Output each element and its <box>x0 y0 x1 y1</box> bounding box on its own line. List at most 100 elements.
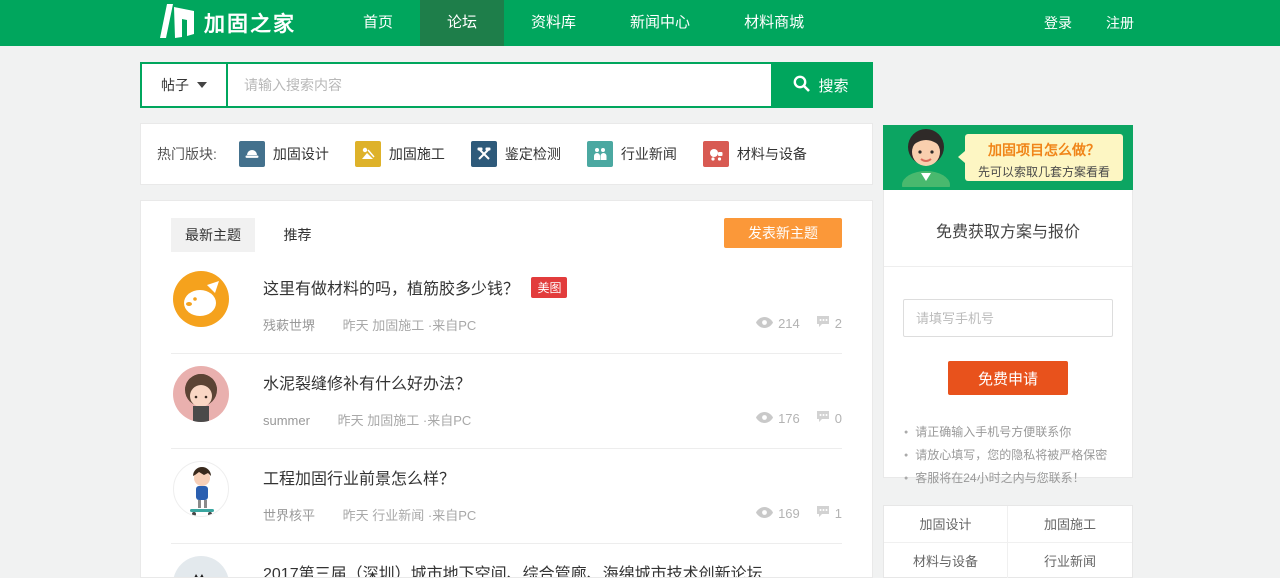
hot-section-label: 加固设计 <box>273 144 329 164</box>
post-source: ·来自PC <box>428 318 476 333</box>
quote-form-title: 免费获取方案与报价 <box>884 190 1132 266</box>
nav-item-forum[interactable]: 论坛 <box>420 0 504 46</box>
post-meta: 残蔌世堺 昨天 加固施工 ·来自PC <box>263 315 476 334</box>
register-link[interactable]: 注册 <box>1106 13 1134 33</box>
post-source: ·来自PC <box>423 413 471 428</box>
avatar[interactable] <box>173 461 229 517</box>
post-category[interactable]: 加固施工 <box>372 318 424 333</box>
form-note: 请放心填写，您的隐私将被严格保密 <box>904 444 1132 467</box>
login-link[interactable]: 登录 <box>1044 13 1072 33</box>
comments-icon <box>816 505 830 521</box>
hot-sections-label: 热门版块: <box>157 144 217 164</box>
comments-count: 2 <box>835 316 842 331</box>
sidebar-link-design[interactable]: 加固设计 <box>884 506 1008 543</box>
post-title[interactable]: 水泥裂缝修补有什么好办法？ <box>263 376 471 393</box>
comments-count: 1 <box>835 506 842 521</box>
nav-menu: 首页 论坛 资料库 新闻中心 材料商城 <box>336 0 831 46</box>
avatar[interactable] <box>173 556 229 578</box>
forum-panel: 最新主题 推荐 发表新主题 这里有做材料的吗，植筋胶多少钱？ 美图 <box>140 200 873 578</box>
form-notes: 请正确输入手机号方便联系你 请放心填写，您的隐私将被严格保密 客服将在24小时之… <box>904 421 1132 490</box>
search-bar: 帖子 搜索 <box>140 62 873 108</box>
hot-section-industry-news[interactable]: 行业新闻 <box>587 141 677 167</box>
hot-section-construction[interactable]: 加固施工 <box>355 141 445 167</box>
post-time: 昨天 <box>338 413 364 428</box>
nav-item-news[interactable]: 新闻中心 <box>603 0 717 46</box>
post-source: ·来自PC <box>428 508 476 523</box>
post-meta: summer 昨天 加固施工 ·来自PC <box>263 410 471 429</box>
comments-count: 0 <box>835 411 842 426</box>
hot-section-design[interactable]: 加固设计 <box>239 141 329 167</box>
tab-recommended[interactable]: 推荐 <box>269 218 325 252</box>
nav-item-home[interactable]: 首页 <box>336 0 420 46</box>
post-author[interactable]: 残蔌世堺 <box>263 318 315 333</box>
divider <box>884 266 1132 267</box>
avatar[interactable] <box>173 366 229 422</box>
hot-section-label: 鉴定检测 <box>505 144 561 164</box>
search-button[interactable]: 搜索 <box>771 64 871 106</box>
people-icon <box>587 141 613 167</box>
views-count: 169 <box>778 506 800 521</box>
new-topic-button[interactable]: 发表新主题 <box>724 218 842 248</box>
post-author[interactable]: 世界核平 <box>263 508 315 523</box>
views-count: 176 <box>778 411 800 426</box>
sidebar-link-materials[interactable]: 材料与设备 <box>884 543 1008 578</box>
chevron-down-icon <box>197 82 207 88</box>
search-category-value: 帖子 <box>161 75 189 95</box>
nav-item-library[interactable]: 资料库 <box>504 0 603 46</box>
crossed-hammers-icon <box>471 141 497 167</box>
quote-form-card: 免费获取方案与报价 免费申请 请正确输入手机号方便联系你 请放心填写，您的隐私将… <box>883 190 1133 478</box>
tab-latest-topics[interactable]: 最新主题 <box>171 218 255 252</box>
banner-subtitle: 先可以索取几套方案看看 <box>965 163 1123 180</box>
sidebar-link-news[interactable]: 行业新闻 <box>1008 543 1132 578</box>
hot-section-materials[interactable]: 材料与设备 <box>703 141 807 167</box>
hot-section-label: 加固施工 <box>389 144 445 164</box>
post-row: 这里有做材料的吗，植筋胶多少钱？ 美图 残蔌世堺 昨天 加固施工 ·来自PC 2… <box>171 259 842 354</box>
sidebar-link-construction[interactable]: 加固施工 <box>1008 506 1132 543</box>
search-icon <box>793 75 810 96</box>
post-title[interactable]: 这里有做材料的吗，植筋胶多少钱？ <box>263 281 519 298</box>
avatar[interactable] <box>173 271 229 327</box>
post-category[interactable]: 加固施工 <box>367 413 419 428</box>
forum-tabs: 最新主题 推荐 发表新主题 <box>141 201 872 249</box>
post-row: 工程加固行业前景怎么样？ 世界核平 昨天 行业新闻 ·来自PC 169 1 <box>171 449 842 544</box>
hot-section-label: 材料与设备 <box>737 144 807 164</box>
hot-section-inspection[interactable]: 鉴定检测 <box>471 141 561 167</box>
search-category-dropdown[interactable]: 帖子 <box>142 64 228 106</box>
comments-icon <box>816 410 830 426</box>
post-stats: 176 0 <box>756 410 842 426</box>
search-input[interactable] <box>228 64 771 106</box>
brand-logo-icon <box>154 4 194 43</box>
consultant-avatar-icon <box>895 125 957 190</box>
post-title[interactable]: 2017第三届（深圳）城市地下空间、综合管廊、海绵城市技术创新论坛 <box>263 566 763 578</box>
mixer-truck-icon <box>703 141 729 167</box>
nav-item-mall[interactable]: 材料商城 <box>717 0 831 46</box>
brand-name: 加固之家 <box>204 8 296 38</box>
free-apply-button[interactable]: 免费申请 <box>948 361 1068 395</box>
views-icon <box>756 411 773 426</box>
helmet-icon <box>239 141 265 167</box>
form-note: 请正确输入手机号方便联系你 <box>904 421 1132 444</box>
post-row: 水泥裂缝修补有什么好办法？ summer 昨天 加固施工 ·来自PC 176 0 <box>171 354 842 449</box>
hot-section-label: 行业新闻 <box>621 144 677 164</box>
post-list: 这里有做材料的吗，植筋胶多少钱？ 美图 残蔌世堺 昨天 加固施工 ·来自PC 2… <box>141 259 872 578</box>
phone-input[interactable] <box>903 299 1113 337</box>
post-stats: 214 2 <box>756 315 842 331</box>
brand-logo[interactable]: 加固之家 <box>154 4 296 43</box>
post-meta: 世界核平 昨天 行业新闻 ·来自PC <box>263 505 476 524</box>
sidebar-link-grid: 加固设计 加固施工 材料与设备 行业新闻 <box>883 505 1133 578</box>
banner-title: 加固项目怎么做？ <box>965 140 1123 160</box>
post-author[interactable]: summer <box>263 413 310 428</box>
views-icon <box>756 506 773 521</box>
post-category[interactable]: 行业新闻 <box>372 508 424 523</box>
post-stats: 169 1 <box>756 505 842 521</box>
form-note: 客服将在24小时之内与您联系！ <box>904 467 1132 490</box>
page: 加固之家 首页 论坛 资料库 新闻中心 材料商城 登录 注册 帖子 <box>0 0 1280 578</box>
post-time: 昨天 <box>343 318 369 333</box>
comments-icon <box>816 315 830 331</box>
top-nav: 加固之家 首页 论坛 资料库 新闻中心 材料商城 登录 注册 <box>0 0 1280 46</box>
sidebar-banner[interactable]: 加固项目怎么做？ 先可以索取几套方案看看 <box>883 125 1133 190</box>
views-count: 214 <box>778 316 800 331</box>
worker-icon <box>355 141 381 167</box>
post-badge: 美图 <box>531 277 567 298</box>
post-title[interactable]: 工程加固行业前景怎么样？ <box>263 471 455 488</box>
